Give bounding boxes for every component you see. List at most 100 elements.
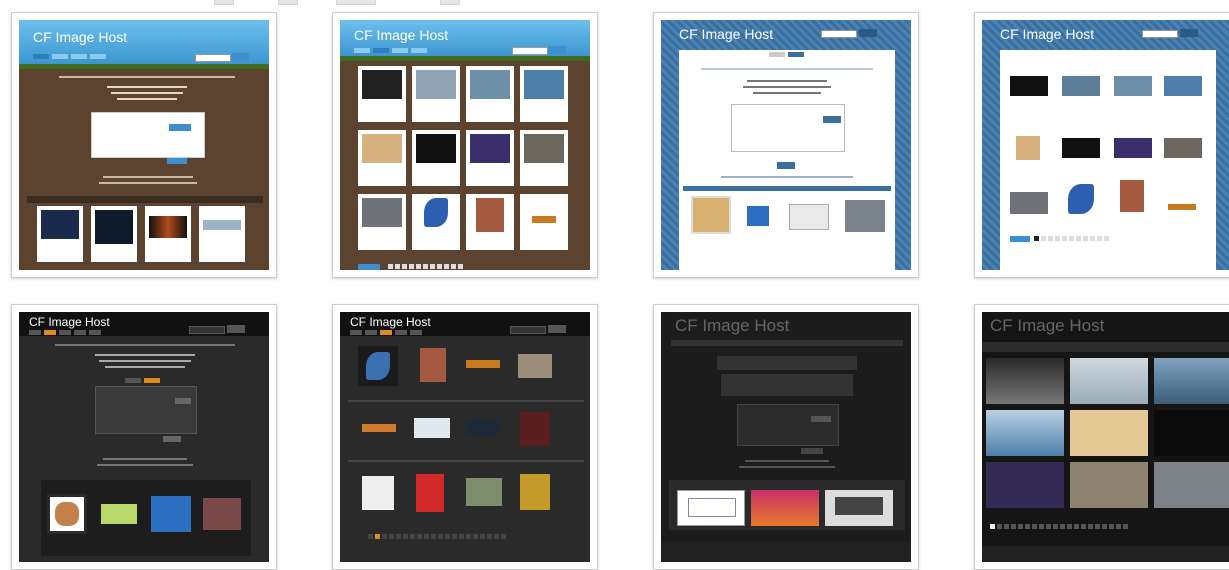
gallery-thumb[interactable] (466, 360, 500, 368)
search-input[interactable] (821, 30, 857, 38)
search-button[interactable] (227, 325, 245, 333)
gallery-thumb[interactable] (358, 346, 398, 386)
gallery-thumb[interactable] (1010, 192, 1048, 214)
gallery-thumb[interactable] (1010, 76, 1048, 96)
gallery-thumb[interactable] (1168, 204, 1196, 210)
site-logo: CF Image Host (350, 315, 431, 329)
gallery-thumb[interactable] (1164, 76, 1202, 96)
upload-button[interactable] (823, 116, 841, 123)
gallery-thumb[interactable] (986, 358, 1064, 404)
gallery-thumb[interactable] (518, 354, 552, 378)
pagination[interactable] (388, 264, 463, 269)
recent-image-thumb[interactable] (691, 196, 731, 234)
gallery-thumb[interactable] (1114, 76, 1152, 96)
theme-card-blue-stripe-upload[interactable]: CF Image Host (653, 12, 919, 278)
gallery-thumb[interactable] (358, 66, 406, 122)
gallery-thumb[interactable] (416, 474, 444, 512)
pagination[interactable] (1034, 236, 1109, 241)
search-input[interactable] (512, 47, 548, 55)
search-button[interactable] (859, 29, 877, 37)
gallery-thumb[interactable] (466, 478, 502, 506)
upload-button[interactable] (811, 416, 831, 422)
gallery-thumb[interactable] (1114, 138, 1152, 158)
gallery-thumb[interactable] (520, 130, 568, 186)
gallery-thumb[interactable] (1016, 136, 1040, 160)
theme-preview: CF Image Host (19, 20, 269, 270)
recent-image-thumb[interactable] (677, 490, 745, 526)
site-logo: CF Image Host (354, 27, 449, 43)
gallery-thumb[interactable] (420, 348, 446, 382)
recent-image-thumb[interactable] (101, 504, 137, 524)
recent-image-thumb[interactable] (91, 206, 137, 262)
gallery-thumb[interactable] (412, 194, 460, 250)
search-button[interactable] (1180, 29, 1198, 37)
theme-card-sky-grid[interactable]: CF Image Host (332, 12, 598, 278)
gallery-thumb[interactable] (1154, 358, 1229, 404)
theme-card-black-gallery[interactable]: CF Image Host (974, 304, 1229, 570)
search-input[interactable] (189, 326, 225, 334)
upload-button[interactable] (175, 398, 191, 404)
gallery-thumb[interactable] (1062, 138, 1100, 158)
gallery-thumb[interactable] (466, 194, 514, 250)
gallery-thumb[interactable] (1070, 462, 1148, 508)
gallery-thumb[interactable] (1120, 180, 1144, 212)
pagination[interactable] (368, 534, 506, 539)
recent-image-thumb[interactable] (37, 206, 83, 262)
site-logo: CF Image Host (33, 29, 128, 45)
gallery-thumb[interactable] (466, 130, 514, 186)
gallery-thumb[interactable] (412, 130, 460, 186)
gallery-thumb[interactable] (986, 410, 1064, 456)
search-input[interactable] (1142, 30, 1178, 38)
recent-image-thumb[interactable] (199, 206, 245, 262)
gallery-thumb[interactable] (1164, 138, 1202, 158)
gallery-thumb[interactable] (986, 462, 1064, 508)
gallery-thumb[interactable] (362, 476, 394, 510)
recent-image-thumb[interactable] (151, 496, 191, 532)
pagination[interactable] (990, 524, 1128, 529)
recent-image-thumb[interactable] (145, 206, 191, 262)
gallery-thumb[interactable] (520, 66, 568, 122)
gallery-thumb[interactable] (358, 130, 406, 186)
theme-card-dark-grid[interactable]: CF Image Host (332, 304, 598, 570)
gallery-thumb[interactable] (1068, 184, 1094, 214)
theme-preview: CF Image Host (661, 20, 911, 270)
gallery-thumb[interactable] (520, 194, 568, 250)
theme-preview: CF Image Host (982, 312, 1229, 562)
recent-image-thumb[interactable] (825, 490, 893, 526)
search-button[interactable] (548, 325, 566, 333)
recent-image-thumb[interactable] (203, 498, 241, 530)
theme-preview: CF Image Host (19, 312, 269, 562)
recent-image-thumb[interactable] (845, 200, 885, 232)
gallery-thumb[interactable] (466, 66, 514, 122)
upload-button[interactable] (169, 124, 191, 131)
gallery-thumb[interactable] (466, 420, 500, 436)
gallery-thumb[interactable] (358, 194, 406, 250)
gallery-thumb[interactable] (1154, 410, 1229, 456)
theme-preview: CF Image Host (340, 20, 590, 270)
recent-image-thumb[interactable] (789, 204, 829, 230)
recent-image-thumb[interactable] (747, 206, 769, 226)
theme-card-charcoal-upload[interactable]: CF Image Host (653, 304, 919, 570)
site-logo: CF Image Host (990, 316, 1105, 335)
page-button[interactable] (358, 264, 380, 270)
search-input[interactable] (195, 54, 231, 62)
page-button[interactable] (1010, 236, 1030, 242)
gallery-thumb[interactable] (520, 412, 550, 446)
recent-image-thumb[interactable] (47, 494, 87, 534)
gallery-thumb[interactable] (1070, 410, 1148, 456)
gallery-thumb[interactable] (414, 418, 450, 438)
gallery-thumb[interactable] (1070, 358, 1148, 404)
gallery-thumb[interactable] (1062, 76, 1100, 96)
theme-card-brown-earth[interactable]: CF Image Host (11, 12, 277, 278)
site-logo: CF Image Host (675, 316, 790, 335)
gallery-thumb[interactable] (1154, 462, 1229, 508)
gallery-thumb[interactable] (362, 424, 396, 432)
recent-image-thumb[interactable] (751, 490, 819, 526)
theme-card-dark-upload[interactable]: CF Image Host (11, 304, 277, 570)
gallery-thumb[interactable] (412, 66, 460, 122)
search-button[interactable] (231, 53, 249, 61)
search-button[interactable] (548, 46, 566, 54)
gallery-thumb[interactable] (520, 474, 550, 510)
search-input[interactable] (510, 326, 546, 334)
theme-card-blue-stripe-gallery[interactable]: CF Image Host (974, 12, 1229, 278)
